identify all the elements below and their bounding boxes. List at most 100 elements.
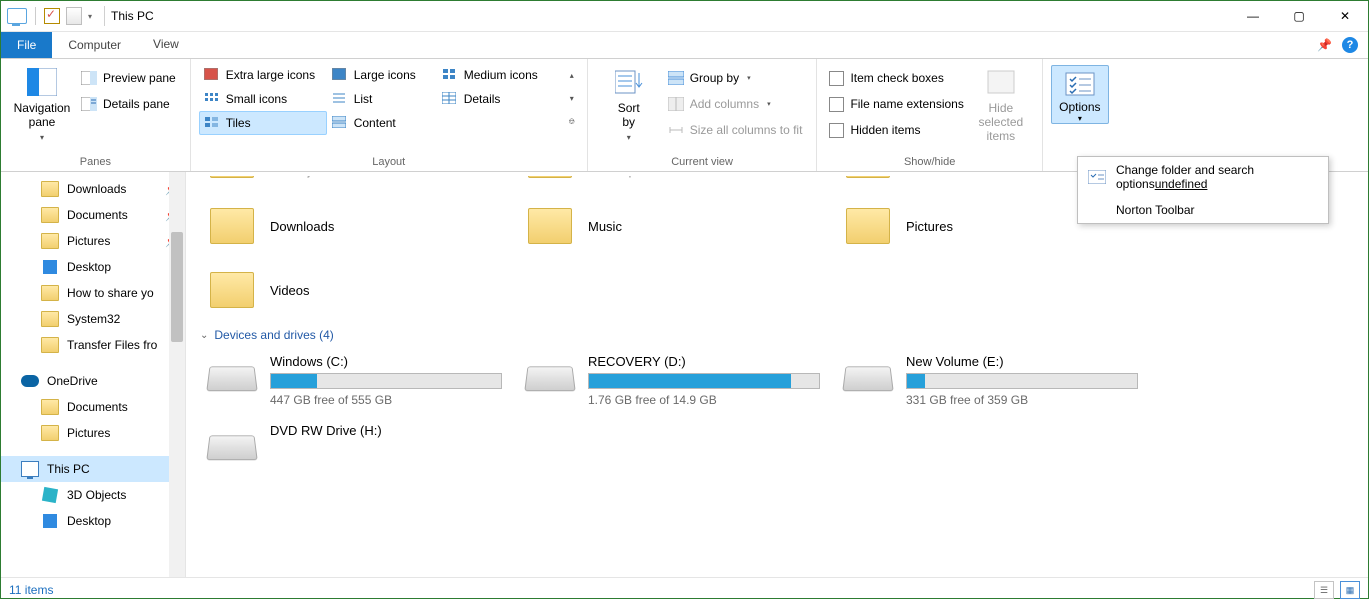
quick-access-toolbar: ▾ [1, 7, 98, 25]
folder-tile-downloads[interactable]: Downloads [204, 194, 522, 258]
layout-list[interactable]: List [327, 87, 437, 111]
folder-icon [844, 176, 892, 194]
help-icon[interactable]: ? [1342, 37, 1358, 53]
tab-file[interactable]: File [1, 32, 52, 58]
folder-tile-videos[interactable]: Videos [204, 258, 522, 322]
cube-icon [41, 487, 59, 503]
layout-large-icons[interactable]: Large icons [327, 63, 437, 87]
preview-pane-button[interactable]: Preview pane [75, 67, 182, 89]
maximize-button[interactable]: ▢ [1276, 1, 1322, 31]
explorer-body: Downloads📌Documents📌Pictures📌DesktopHow … [1, 172, 1368, 577]
tree-item-downloads[interactable]: Downloads📌 [1, 176, 185, 202]
app-icon[interactable] [7, 8, 27, 24]
drive-recovery-d-[interactable]: RECOVERY (D:)1.76 GB free of 14.9 GB [522, 346, 840, 415]
layout-scroll-up-icon[interactable]: ▴ [565, 66, 579, 86]
change-folder-options-item[interactable]: Change folder and search optionsundefine… [1078, 157, 1328, 197]
fold-icon [41, 233, 59, 249]
layout-medium-icons[interactable]: Medium icons [437, 63, 565, 87]
qat-dropdown-icon[interactable]: ▾ [88, 12, 92, 21]
change-folder-options-label: Change folder and search optionsundefine… [1116, 163, 1318, 191]
drive-new-volume-e-[interactable]: New Volume (E:)331 GB free of 359 GB [840, 346, 1158, 415]
window-title: This PC [111, 9, 154, 23]
details-pane-button[interactable]: Details pane [75, 93, 182, 115]
group-options: Options ▾ [1042, 59, 1117, 171]
cloud-icon [21, 373, 39, 389]
content-pane[interactable]: 3D ObjectsDesktopDocumentsDownloadsMusic… [186, 172, 1368, 577]
tree-scrollbar[interactable] [169, 172, 185, 577]
options-icon [1088, 170, 1106, 184]
options-dropdown: Change folder and search optionsundefine… [1077, 156, 1329, 224]
layout-scroll-down-icon[interactable]: ▾ [565, 89, 579, 109]
layout-extra-large-icons[interactable]: Extra large icons [199, 63, 327, 87]
minimize-button[interactable]: — [1230, 1, 1276, 31]
layout-gallery[interactable]: Extra large iconsLarge iconsMedium icons… [199, 63, 579, 135]
drive-icon [526, 354, 574, 402]
group-show-hide: Item check boxes File name extensions Hi… [816, 59, 1041, 171]
hide-selected-button: Hide selected items [968, 63, 1034, 143]
folder-icon [208, 266, 256, 314]
usage-bar [906, 373, 1138, 389]
options-button[interactable]: Options ▾ [1051, 65, 1109, 124]
status-count: 11 items [9, 583, 53, 597]
details-view-button[interactable]: ☰ [1314, 581, 1334, 599]
layout-details[interactable]: Details [437, 87, 565, 111]
norton-toolbar-label: Norton Toolbar [1116, 203, 1195, 217]
tree-item-how-to-share-yo[interactable]: How to share yo [1, 280, 185, 306]
tree-item-documents[interactable]: Documents📌 [1, 202, 185, 228]
desk-icon [41, 513, 59, 529]
folder-icon [844, 202, 892, 250]
close-button[interactable]: ✕ [1322, 1, 1368, 31]
status-bar: 11 items ☰ ▦ [1, 577, 1368, 599]
tree-item-3d-objects[interactable]: 3D Objects [1, 482, 185, 508]
tree-item-documents[interactable]: Documents [1, 394, 185, 420]
folder-icon [526, 176, 574, 194]
usage-bar [270, 373, 502, 389]
drive-icon [208, 354, 256, 402]
item-checkboxes-toggle[interactable]: Item check boxes [825, 67, 967, 89]
navigation-tree[interactable]: Downloads📌Documents📌Pictures📌DesktopHow … [1, 172, 186, 577]
tab-view[interactable]: View [137, 32, 195, 58]
drive-icon [844, 354, 892, 402]
folder-tile-desktop[interactable]: Desktop [522, 176, 840, 194]
tree-item-pictures[interactable]: Pictures [1, 420, 185, 446]
tree-item-desktop[interactable]: Desktop [1, 508, 185, 534]
tree-item-onedrive[interactable]: OneDrive [1, 368, 185, 394]
fold-icon [41, 337, 59, 353]
minimize-ribbon-icon[interactable]: 📌 [1317, 38, 1332, 52]
fold-icon [41, 285, 59, 301]
qat-properties-icon[interactable] [44, 8, 60, 24]
group-current-view: Sort by▾ Group by▾ Add columns▾ Size all… [587, 59, 817, 171]
hidden-items-toggle[interactable]: Hidden items [825, 119, 967, 141]
tree-item-pictures[interactable]: Pictures📌 [1, 228, 185, 254]
fold-icon [41, 425, 59, 441]
folder-icon [208, 202, 256, 250]
drive-windows-c-[interactable]: Windows (C:)447 GB free of 555 GB [204, 346, 522, 415]
layout-more-icon[interactable]: ⎊ [565, 112, 579, 132]
desk-icon [41, 259, 59, 275]
navigation-pane-button[interactable]: Navigation pane▾ [9, 63, 75, 143]
layout-small-icons[interactable]: Small icons [199, 87, 327, 111]
folder-tile-3d-objects[interactable]: 3D Objects [204, 176, 522, 194]
filename-extensions-toggle[interactable]: File name extensions [825, 93, 967, 115]
drive-dvd-rw-drive-h-[interactable]: DVD RW Drive (H:) [204, 415, 522, 479]
tree-item-this-pc[interactable]: This PC [1, 456, 185, 482]
drives-header[interactable]: ⌄Devices and drives (4) [200, 328, 1368, 342]
folder-icon [526, 202, 574, 250]
tree-item-transfer-files-fro[interactable]: Transfer Files fro [1, 332, 185, 358]
tree-item-system32[interactable]: System32 [1, 306, 185, 332]
fold-icon [41, 181, 59, 197]
norton-toolbar-item[interactable]: Norton Toolbar [1078, 197, 1328, 223]
fold-icon [41, 311, 59, 327]
group-by-button[interactable]: Group by▾ [662, 67, 809, 89]
layout-tiles[interactable]: Tiles [199, 111, 327, 135]
usage-bar [588, 373, 820, 389]
tab-computer[interactable]: Computer [52, 32, 137, 58]
ribbon-tabs: File Computer View 📌 ? [1, 32, 1368, 59]
qat-newfolder-icon[interactable] [66, 7, 82, 25]
sort-by-button[interactable]: Sort by▾ [596, 63, 662, 143]
folder-tile-music[interactable]: Music [522, 194, 840, 258]
add-columns-button: Add columns▾ [662, 93, 809, 115]
layout-content[interactable]: Content [327, 111, 437, 135]
tree-item-desktop[interactable]: Desktop [1, 254, 185, 280]
tiles-view-button[interactable]: ▦ [1340, 581, 1360, 599]
